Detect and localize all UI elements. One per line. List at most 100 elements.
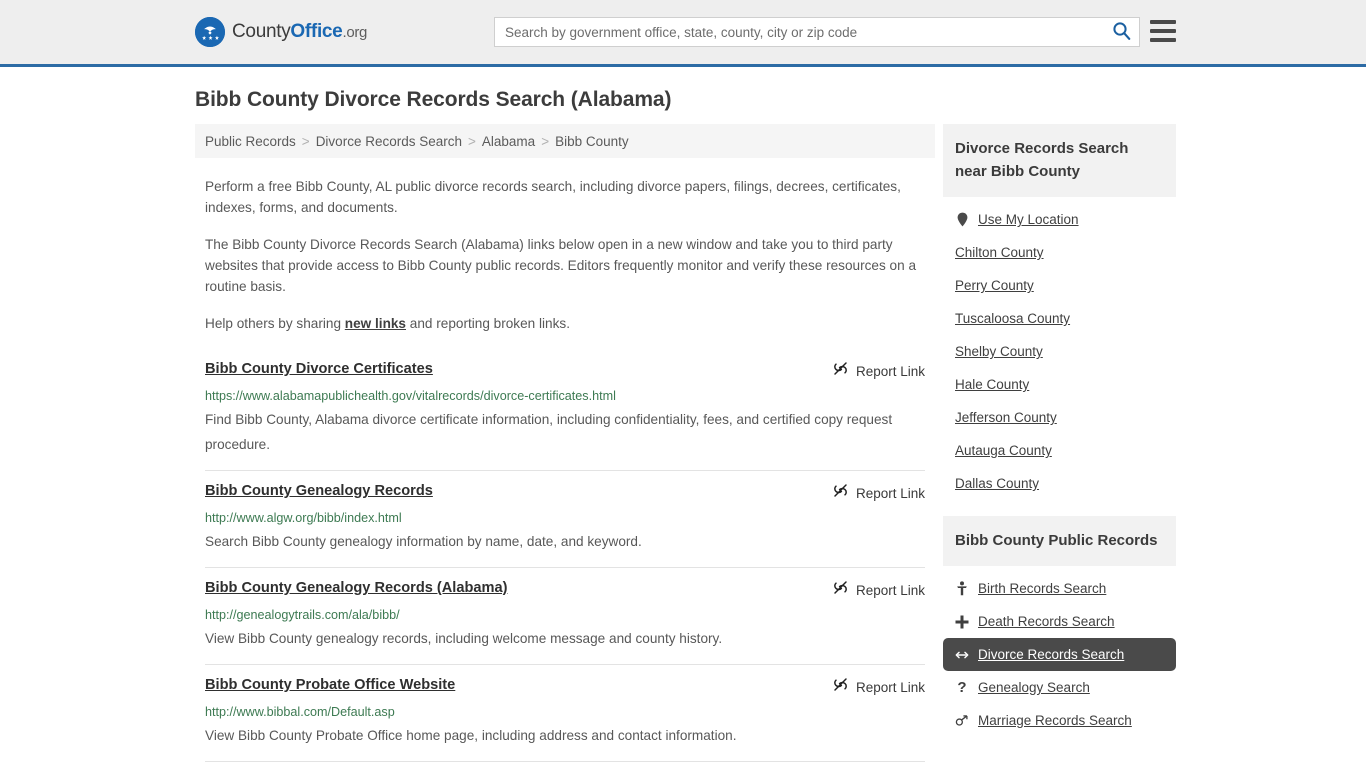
county-office-emblem-icon <box>195 17 225 47</box>
double-arrow-icon <box>955 649 969 661</box>
site-logo-text: CountyOffice.org <box>232 21 367 43</box>
breadcrumb-separator: > <box>541 133 550 149</box>
sidebar-item-autauga-county[interactable]: Autauga County <box>943 434 1176 467</box>
site-header: CountyOffice.org <box>0 0 1366 67</box>
result-header: Bibb County Genealogy Records (Alabama) … <box>205 579 925 601</box>
nearby-counties-card: Divorce Records Search near Bibb County … <box>943 124 1176 500</box>
result-description: Find Bibb County, Alabama divorce certif… <box>205 412 893 452</box>
intro-paragraph-1: Perform a free Bibb County, AL public di… <box>205 179 901 215</box>
hamburger-bar-1 <box>1150 20 1176 24</box>
result-url[interactable]: http://genealogytrails.com/ala/bibb/ <box>205 607 925 623</box>
result-item: Bibb County Genealogy Records Report Lin… <box>205 470 925 567</box>
result-description: Search Bibb County genealogy information… <box>205 534 642 549</box>
sidebar-item-dallas-county[interactable]: Dallas County <box>943 467 1176 500</box>
sidebar-item-use-my-location[interactable]: Use My Location <box>943 203 1176 236</box>
hamburger-bar-3 <box>1150 38 1176 42</box>
sidebar-item-label: Jefferson County <box>955 410 1057 425</box>
result-header: Bibb County Genealogy Records Report Lin… <box>205 482 925 504</box>
report-link-button[interactable]: Report Link <box>832 482 925 504</box>
breadcrumb-item-public-records[interactable]: Public Records <box>205 134 296 149</box>
result-item: Bibb County Genealogy Records (Alabama) … <box>205 567 925 664</box>
result-item: Bibb County Divorce Certificates Report … <box>205 354 925 470</box>
report-link-button[interactable]: Report Link <box>832 360 925 382</box>
sidebar-item-birth-records-search[interactable]: Birth Records Search <box>943 572 1176 605</box>
hamburger-bar-2 <box>1150 29 1176 33</box>
page-title: Bibb County Divorce Records Search (Alab… <box>195 88 672 111</box>
breadcrumb-separator: > <box>468 133 476 149</box>
sidebar-item-label: Chilton County <box>955 245 1044 260</box>
public-records-heading: Bibb County Public Records <box>943 516 1176 566</box>
search-button[interactable] <box>1103 18 1139 46</box>
sidebar-item-label: Use My Location <box>978 212 1079 227</box>
breadcrumb-item-divorce-records-search[interactable]: Divorce Records Search <box>316 134 462 149</box>
new-links-link[interactable]: new links <box>345 316 406 331</box>
cross-icon <box>955 615 969 629</box>
search-bar[interactable] <box>494 17 1140 47</box>
report-link-button[interactable]: Report Link <box>832 579 925 601</box>
sidebar-item-marriage-records-search[interactable]: Marriage Records Search <box>943 704 1176 737</box>
public-records-card: Bibb County Public Records Birth Records… <box>943 516 1176 737</box>
sidebar-item-label: Hale County <box>955 377 1030 392</box>
content-row: Public Records > Divorce Records Search … <box>195 124 1366 768</box>
sidebar-item-label: Autauga County <box>955 443 1052 458</box>
broken-link-icon <box>832 482 849 504</box>
report-link-label: Report Link <box>855 363 925 379</box>
sidebar: Divorce Records Search near Bibb County … <box>943 124 1176 753</box>
report-link-button[interactable]: Report Link <box>832 676 925 698</box>
intro-p3-after: and reporting broken links. <box>406 316 570 331</box>
logo-text-org: .org <box>342 24 368 41</box>
main-column: Public Records > Divorce Records Search … <box>195 124 935 768</box>
sidebar-item-perry-county[interactable]: Perry County <box>943 269 1176 302</box>
sidebar-item-label: Marriage Records Search <box>978 713 1132 728</box>
baby-icon <box>955 581 969 596</box>
report-link-label: Report Link <box>855 485 925 501</box>
breadcrumb: Public Records > Divorce Records Search … <box>195 124 935 158</box>
result-description: View Bibb County genealogy records, incl… <box>205 631 723 646</box>
result-title-link[interactable]: Bibb County Divorce Certificates <box>205 360 433 379</box>
sidebar-item-genealogy-search[interactable]: ? Genealogy Search <box>943 671 1176 704</box>
search-input[interactable] <box>495 18 1103 46</box>
broken-link-icon <box>832 360 849 382</box>
result-url[interactable]: https://www.alabamapublichealth.gov/vita… <box>205 388 925 404</box>
site-logo[interactable]: CountyOffice.org <box>195 17 367 47</box>
question-mark-icon: ? <box>957 679 967 696</box>
sidebar-item-chilton-county[interactable]: Chilton County <box>943 236 1176 269</box>
sidebar-item-jefferson-county[interactable]: Jefferson County <box>943 401 1176 434</box>
sidebar-item-tuscaloosa-county[interactable]: Tuscaloosa County <box>943 302 1176 335</box>
breadcrumb-item-bibb-county[interactable]: Bibb County <box>555 134 629 149</box>
nearby-counties-list: Use My Location Chilton County Perry Cou… <box>943 197 1176 500</box>
map-pin-icon <box>955 212 969 227</box>
logo-text-office: Office <box>290 21 343 42</box>
intro-p3-before: Help others by sharing <box>205 316 345 331</box>
sidebar-item-label: Shelby County <box>955 344 1043 359</box>
result-item: County of Bibb Cemetery List Report Link <box>205 761 925 768</box>
breadcrumb-separator: > <box>301 133 310 149</box>
sidebar-item-label: Perry County <box>955 278 1034 293</box>
result-title-link[interactable]: Bibb County Genealogy Records <box>205 482 433 501</box>
sidebar-item-label: Death Records Search <box>978 614 1115 629</box>
gender-icon <box>955 714 969 728</box>
intro-section: Perform a free Bibb County, AL public di… <box>195 176 935 334</box>
result-url[interactable]: http://www.algw.org/bibb/index.html <box>205 510 925 526</box>
result-title-link[interactable]: Bibb County Probate Office Website <box>205 676 455 695</box>
sidebar-item-label: Genealogy Search <box>978 680 1090 695</box>
result-url[interactable]: http://www.bibbal.com/Default.asp <box>205 704 925 720</box>
result-header: Bibb County Divorce Certificates Report … <box>205 360 925 382</box>
sidebar-item-death-records-search[interactable]: Death Records Search <box>943 605 1176 638</box>
logo-text-county: County <box>232 21 291 42</box>
sidebar-item-hale-county[interactable]: Hale County <box>943 368 1176 401</box>
result-item: Bibb County Probate Office Website Repor… <box>205 664 925 761</box>
sidebar-item-divorce-records-search[interactable]: Divorce Records Search <box>943 638 1176 671</box>
result-description: View Bibb County Probate Office home pag… <box>205 728 737 743</box>
sidebar-item-label: Dallas County <box>955 476 1040 491</box>
intro-paragraph-2: The Bibb County Divorce Records Search (… <box>205 237 917 294</box>
report-link-label: Report Link <box>855 679 925 695</box>
sidebar-item-shelby-county[interactable]: Shelby County <box>943 335 1176 368</box>
search-icon <box>1112 21 1131 43</box>
intro-paragraph-3: Help others by sharing new links and rep… <box>205 313 925 334</box>
breadcrumb-item-alabama[interactable]: Alabama <box>482 134 535 149</box>
nearby-counties-heading: Divorce Records Search near Bibb County <box>943 124 1176 197</box>
report-link-label: Report Link <box>855 582 925 598</box>
menu-button[interactable] <box>1150 20 1176 42</box>
result-title-link[interactable]: Bibb County Genealogy Records (Alabama) <box>205 579 507 598</box>
